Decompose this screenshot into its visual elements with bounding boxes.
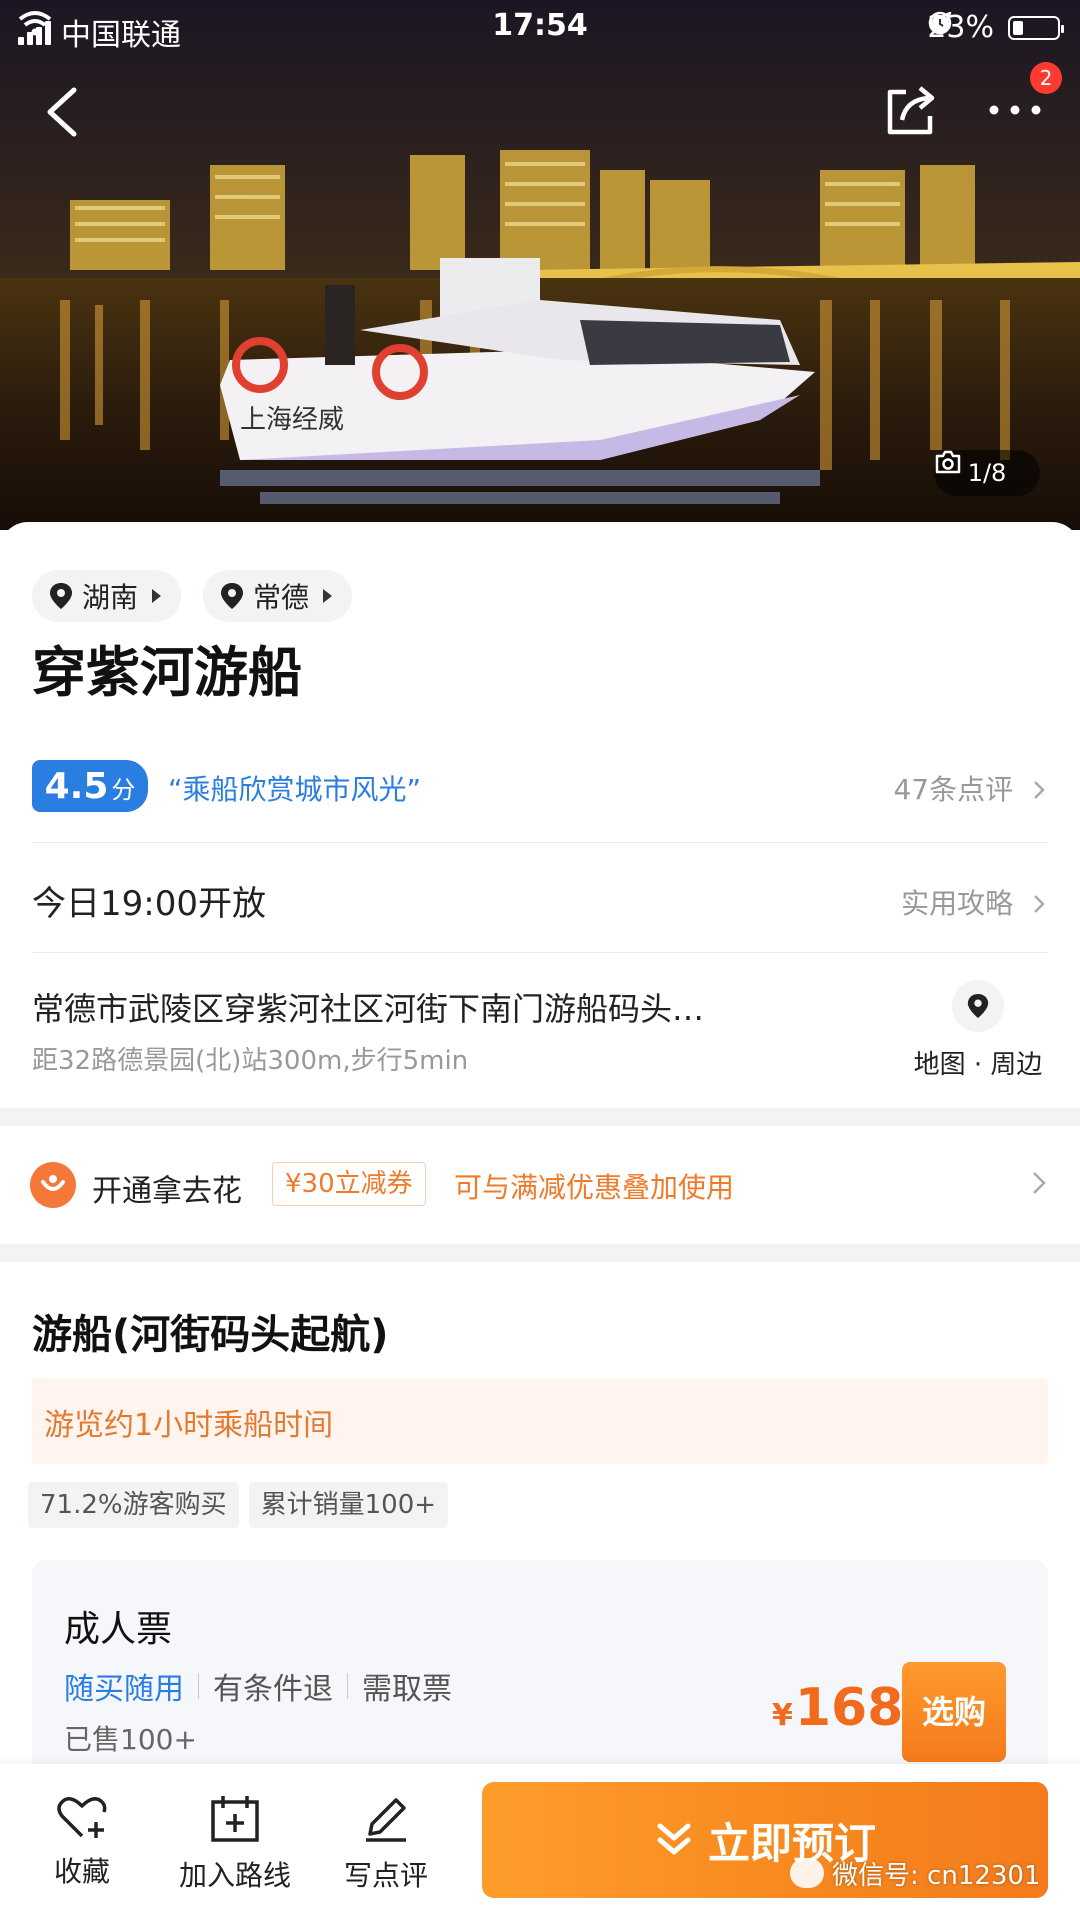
pen-icon (366, 1798, 406, 1842)
calendar-plus-icon (211, 1796, 259, 1842)
camera-icon (935, 450, 961, 474)
promo-title: 开通拿去花 (92, 1174, 242, 1209)
battery-level (1013, 20, 1023, 35)
duration-notice: 游览约1小时乘船时间 (32, 1378, 1048, 1464)
watermark-text: 微信号: cn12301 (832, 1860, 1041, 1891)
bottom-action-bar: 收藏 加入路线 写点评 立即预订 (0, 1764, 1080, 1920)
opening-hours: 今日19:00开放 (32, 884, 266, 924)
battery-icon (1008, 15, 1064, 40)
chevron-right-icon (1033, 1172, 1046, 1194)
location-pin-icon (221, 583, 244, 609)
caret-right-icon (152, 589, 162, 603)
share-icon (887, 86, 935, 135)
write-review-label: 写点评 (343, 1859, 428, 1892)
boat-lettering: 上海经威 (240, 405, 344, 435)
notification-badge: 2 (1030, 62, 1062, 94)
status-bar: 中国联通 17:54 23% (0, 0, 1080, 56)
write-review-button[interactable]: 写点评 (326, 1794, 446, 1894)
location-chip-province[interactable]: 湖南 (32, 570, 182, 622)
product-tags: 71.2%游客购买 累计销量100+ (28, 1482, 449, 1528)
section-divider (0, 1108, 1080, 1126)
ticket-name: 成人票 (64, 1609, 173, 1650)
chevron-right-icon (1034, 781, 1045, 799)
section-divider (0, 1244, 1080, 1262)
naquhua-logo-icon (30, 1162, 76, 1208)
ticket-features: 随买随用 有条件退 需取票 (64, 1664, 452, 1708)
score-unit: 分 (111, 776, 136, 804)
divider (32, 842, 1048, 843)
photo-counter-text: 1/8 (967, 459, 1007, 487)
location-chip-city[interactable]: 常德 (203, 570, 353, 622)
map-pin-icon (967, 994, 989, 1018)
chip-label: 常德 (253, 581, 310, 614)
caret-right-icon (323, 589, 333, 603)
opening-hours-row: 今日19:00开放 实用攻略 (32, 868, 1048, 928)
map-nearby-button[interactable]: 地图 · 周边 (908, 976, 1048, 1086)
feature-instant-use: 随买随用 (64, 1672, 184, 1707)
add-route-button[interactable]: 加入路线 (175, 1794, 295, 1894)
product-section-title: 游船(河街码头起航) (32, 1312, 389, 1358)
alarm-icon (931, 15, 950, 33)
chevron-right-icon (1034, 895, 1045, 913)
page-title: 穿紫河游船 (32, 641, 302, 704)
purchase-rate-tag: 71.2%游客购买 (28, 1482, 239, 1528)
promo-row[interactable]: 开通拿去花 ¥30立减券 可与满减优惠叠加使用 (30, 1154, 1050, 1214)
review-count: 47条点评 (893, 773, 1014, 806)
share-button[interactable] (880, 78, 944, 142)
favorite-label: 收藏 (53, 1855, 110, 1888)
select-buy-button[interactable]: 选购 (902, 1662, 1006, 1762)
score-badge: 4.5 分 (32, 760, 148, 812)
add-route-label: 加入路线 (178, 1859, 291, 1892)
ticket-price: ¥ 168 (772, 1678, 903, 1738)
location-chips: 湖南 常德 (32, 570, 353, 622)
rating-quote: “乘船欣赏城市风光” (168, 773, 422, 806)
wechat-watermark: 微信号: cn12301 (790, 1853, 1041, 1893)
address: 常德市武陵区穿紫河社区河街下南门游船码头… (32, 990, 705, 1028)
price-value: 168 (794, 1678, 904, 1738)
price-currency: ¥ (772, 1698, 793, 1733)
sales-count-tag: 累计销量100+ (248, 1482, 449, 1528)
favorite-button[interactable]: 收藏 (22, 1794, 142, 1890)
double-chevron-down-icon (657, 1823, 691, 1855)
chip-label: 湖南 (82, 581, 139, 614)
location-pin-icon (50, 583, 72, 609)
address-row[interactable]: 常德市武陵区穿紫河社区河街下南门游船码头… 距32路德景园(北)站300m,步行… (32, 976, 1048, 1096)
review-count-link[interactable]: 47条点评 (893, 768, 1048, 808)
hero-photo[interactable]: 上海经威 中国联通 17:54 23% 2 1/8 (0, 0, 1080, 530)
guide-link[interactable]: 实用攻略 (901, 882, 1048, 922)
clock: 17:54 (492, 8, 588, 43)
rating-row[interactable]: 4.5 分 “乘船欣赏城市风光” 47条点评 (32, 756, 1048, 816)
guide-link-label: 实用攻略 (901, 887, 1014, 920)
heart-plus-icon (57, 1797, 107, 1838)
promo-description: 可与满减优惠叠加使用 (454, 1171, 735, 1204)
transit-distance: 距32路德景园(北)站300m,步行5min (32, 1046, 469, 1076)
coupon-tag: ¥30立减券 (272, 1162, 426, 1206)
chevron-left-icon (47, 87, 77, 137)
wechat-logo-icon (790, 1858, 824, 1888)
feature-refund: 有条件退 (213, 1672, 333, 1707)
divider (32, 952, 1048, 953)
feature-pickup: 需取票 (362, 1672, 452, 1707)
score-value: 4.5 (44, 766, 109, 807)
more-button[interactable] (980, 86, 1050, 136)
ticket-sold-count: 已售100+ (64, 1723, 197, 1756)
back-button[interactable] (34, 82, 94, 142)
more-dots-icon (989, 105, 1041, 115)
map-nearby-label: 地图 · 周边 (913, 1050, 1043, 1080)
photo-counter[interactable]: 1/8 (934, 450, 1040, 496)
